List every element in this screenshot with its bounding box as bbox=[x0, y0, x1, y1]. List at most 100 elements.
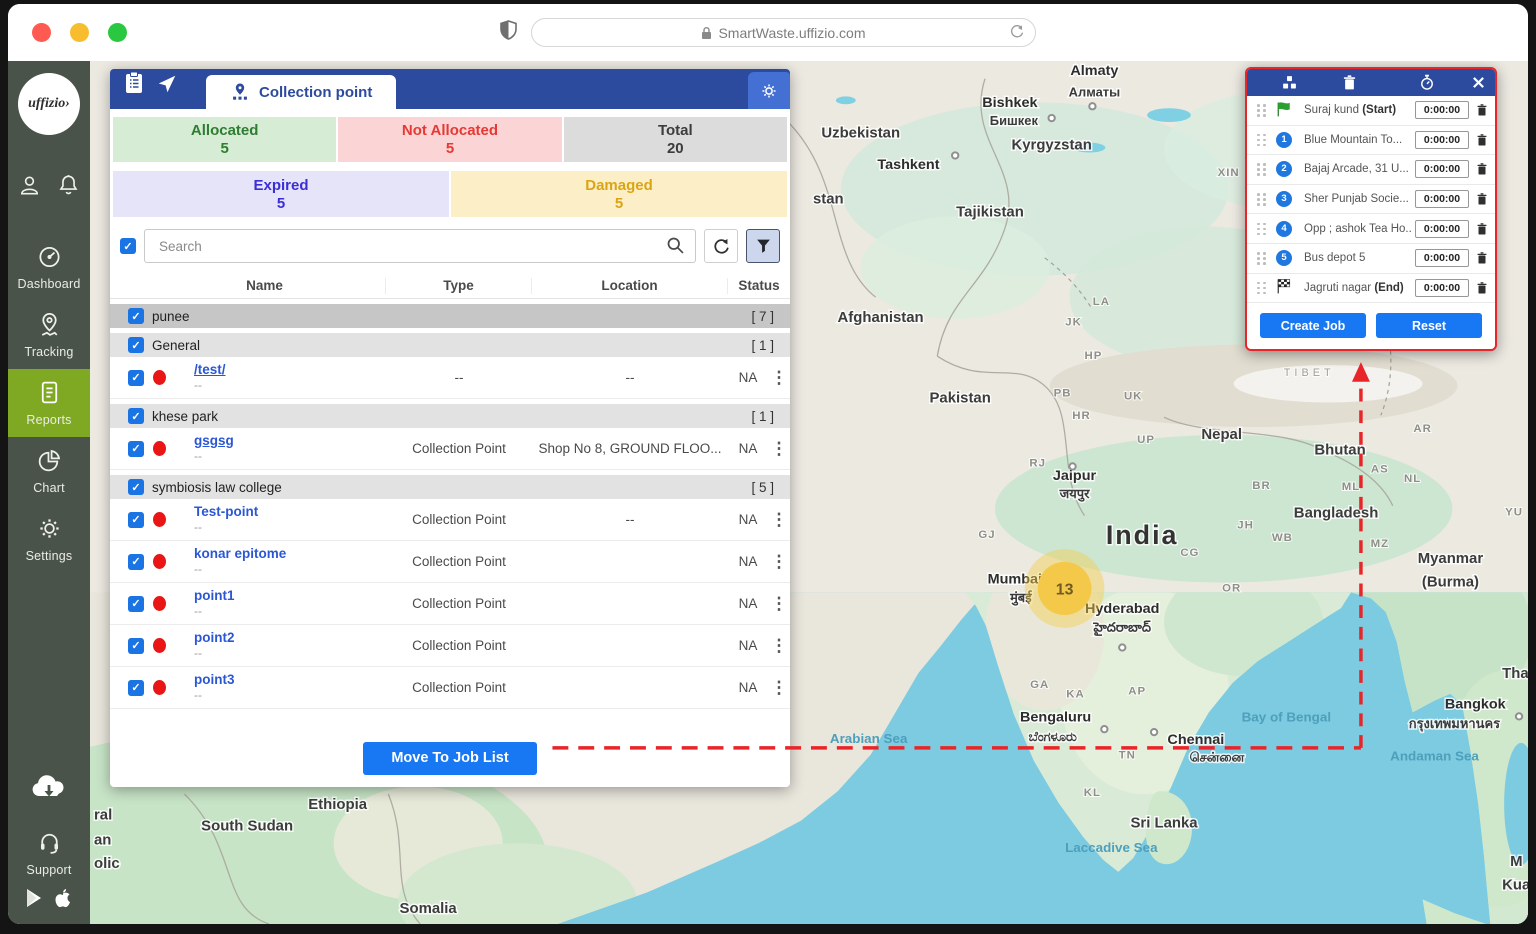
duration-input[interactable]: 0:00:00 bbox=[1415, 190, 1469, 208]
table-row[interactable]: ✓ Test-point -- Test-point Collection Po… bbox=[110, 499, 790, 541]
table-row[interactable]: ✓ gsgsg -- gsgsg Collection Point Shop N… bbox=[110, 428, 790, 470]
delete-stop-icon[interactable] bbox=[1476, 133, 1488, 147]
row-checkbox[interactable]: ✓ bbox=[128, 512, 144, 528]
duration-input[interactable]: 0:00:00 bbox=[1415, 131, 1469, 149]
clear-all-trash-icon[interactable] bbox=[1342, 74, 1357, 91]
user-icon[interactable] bbox=[17, 173, 42, 203]
table-row[interactable]: ✓ khese park khese park [ 1 ] bbox=[110, 404, 790, 428]
duration-input[interactable]: 0:00:00 bbox=[1415, 101, 1469, 119]
row-menu-icon[interactable]: ⋮ bbox=[768, 369, 790, 386]
send-navigation-icon[interactable] bbox=[156, 73, 178, 100]
job-row[interactable]: 4 Opp ; ashok Tea Ho.. 0:00:00 bbox=[1247, 214, 1495, 244]
row-checkbox[interactable]: ✓ bbox=[128, 596, 144, 612]
row-menu-icon[interactable]: ⋮ bbox=[768, 440, 790, 457]
refresh-button[interactable] bbox=[704, 229, 738, 263]
map-cluster-marker[interactable]: 13 bbox=[1025, 549, 1105, 628]
duration-input[interactable]: 0:00:00 bbox=[1415, 279, 1469, 297]
sidebar-item-support[interactable]: Support bbox=[8, 829, 90, 877]
job-row[interactable]: Jagruti nagar (End) 0:00:00 bbox=[1247, 274, 1495, 304]
panel-settings-button[interactable] bbox=[748, 72, 790, 109]
point-name-link[interactable]: /test/ bbox=[194, 361, 386, 379]
row-checkbox[interactable]: ✓ bbox=[128, 638, 144, 654]
drag-handle[interactable] bbox=[1257, 103, 1266, 117]
table-row[interactable]: ✓ punee punee [ 7 ] bbox=[110, 304, 790, 328]
create-job-button[interactable]: Create Job bbox=[1260, 313, 1366, 338]
delete-stop-icon[interactable] bbox=[1476, 222, 1488, 236]
timer-icon[interactable] bbox=[1419, 74, 1435, 91]
point-name-link[interactable]: Test-point bbox=[194, 503, 386, 521]
sidebar-item-tracking[interactable]: Tracking bbox=[8, 301, 90, 369]
col-location[interactable]: Location bbox=[532, 278, 728, 294]
table-row[interactable]: ✓ /test/ -- /test/ -- -- NA bbox=[110, 357, 790, 399]
row-menu-icon[interactable]: ⋮ bbox=[768, 637, 790, 654]
reset-button[interactable]: Reset bbox=[1376, 313, 1482, 338]
sidebar-item-dashboard[interactable]: Dashboard bbox=[8, 233, 90, 301]
row-menu-icon[interactable]: ⋮ bbox=[768, 595, 790, 612]
drag-handle[interactable] bbox=[1257, 162, 1266, 176]
point-status-marker bbox=[153, 638, 166, 653]
play-store-icon[interactable] bbox=[25, 888, 43, 913]
row-checkbox[interactable]: ✓ bbox=[128, 370, 144, 386]
col-status[interactable]: Status bbox=[728, 278, 790, 294]
filter-button[interactable] bbox=[746, 229, 780, 263]
tab-collection-point[interactable]: Collection point bbox=[206, 75, 396, 109]
delete-stop-icon[interactable] bbox=[1476, 192, 1488, 206]
job-row[interactable]: Suraj kund (Start) 0:00:00 bbox=[1247, 96, 1495, 126]
list-clipboard-icon[interactable] bbox=[124, 71, 144, 100]
delete-stop-icon[interactable] bbox=[1476, 103, 1488, 117]
row-checkbox[interactable]: ✓ bbox=[128, 408, 144, 424]
job-row[interactable]: 5 Bus depot 5 0:00:00 bbox=[1247, 244, 1495, 274]
point-name-link[interactable]: point1 bbox=[194, 587, 386, 605]
row-menu-icon[interactable]: ⋮ bbox=[768, 679, 790, 696]
search-input[interactable] bbox=[144, 229, 696, 263]
col-type[interactable]: Type bbox=[386, 278, 532, 294]
point-name-link[interactable]: point3 bbox=[194, 671, 386, 689]
duration-input[interactable]: 0:00:00 bbox=[1415, 160, 1469, 178]
point-name-link[interactable]: konar epitome bbox=[194, 545, 386, 563]
table-row[interactable]: ✓ konar epitome -- konar epitome Collect… bbox=[110, 541, 790, 583]
table-row[interactable]: ✓ symbiosis law college symbiosis law co… bbox=[110, 475, 790, 499]
delete-stop-icon[interactable] bbox=[1476, 251, 1488, 265]
table-row[interactable]: ✓ point1 -- point1 Collection Point bbox=[110, 583, 790, 625]
sidebar-item-reports[interactable]: Reports bbox=[8, 369, 90, 437]
sidebar-item-chart[interactable]: Chart bbox=[8, 437, 90, 505]
job-row[interactable]: 3 Sher Punjab Socie... 0:00:00 bbox=[1247, 185, 1495, 215]
url-bar[interactable]: SmartWaste.uffizio.com bbox=[531, 18, 1036, 47]
notifications-bell-icon[interactable] bbox=[56, 173, 81, 203]
reload-icon[interactable] bbox=[1009, 24, 1025, 43]
shield-icon[interactable] bbox=[500, 20, 517, 45]
point-name-link[interactable]: gsgsg bbox=[194, 432, 386, 450]
table-row[interactable]: ✓ point2 -- point2 Collection Point bbox=[110, 625, 790, 667]
select-all-checkbox[interactable]: ✓ bbox=[120, 238, 136, 254]
sidebar-item-settings[interactable]: Settings bbox=[8, 505, 90, 573]
apple-icon[interactable] bbox=[53, 887, 73, 914]
point-name-link[interactable]: point2 bbox=[194, 629, 386, 647]
search-icon[interactable] bbox=[665, 235, 686, 261]
row-menu-icon[interactable]: ⋮ bbox=[768, 511, 790, 528]
row-checkbox[interactable]: ✓ bbox=[128, 337, 144, 353]
route-order-icon[interactable] bbox=[1281, 74, 1298, 91]
delete-stop-icon[interactable] bbox=[1476, 281, 1488, 295]
duration-input[interactable]: 0:00:00 bbox=[1415, 249, 1469, 267]
row-checkbox[interactable]: ✓ bbox=[128, 680, 144, 696]
row-checkbox[interactable]: ✓ bbox=[128, 308, 144, 324]
table-row[interactable]: ✓ General General [ 1 ] bbox=[110, 333, 790, 357]
row-checkbox[interactable]: ✓ bbox=[128, 479, 144, 495]
duration-input[interactable]: 0:00:00 bbox=[1415, 220, 1469, 238]
drag-handle[interactable] bbox=[1257, 281, 1266, 295]
row-checkbox[interactable]: ✓ bbox=[128, 441, 144, 457]
drag-handle[interactable] bbox=[1257, 133, 1266, 147]
table-row[interactable]: ✓ point3 -- point3 Collection Point bbox=[110, 667, 790, 709]
cloud-download-icon[interactable] bbox=[29, 772, 69, 807]
col-name[interactable]: Name bbox=[144, 278, 386, 294]
drag-handle[interactable] bbox=[1257, 192, 1266, 206]
row-menu-icon[interactable]: ⋮ bbox=[768, 553, 790, 570]
job-row[interactable]: 1 Blue Mountain To... 0:00:00 bbox=[1247, 126, 1495, 156]
close-icon[interactable] bbox=[1472, 76, 1485, 89]
drag-handle[interactable] bbox=[1257, 222, 1266, 236]
row-checkbox[interactable]: ✓ bbox=[128, 554, 144, 570]
drag-handle[interactable] bbox=[1257, 251, 1266, 265]
delete-stop-icon[interactable] bbox=[1476, 162, 1488, 176]
move-to-job-list-button[interactable]: Move To Job List bbox=[363, 742, 537, 775]
job-row[interactable]: 2 Bajaj Arcade, 31 U... 0:00:00 bbox=[1247, 155, 1495, 185]
